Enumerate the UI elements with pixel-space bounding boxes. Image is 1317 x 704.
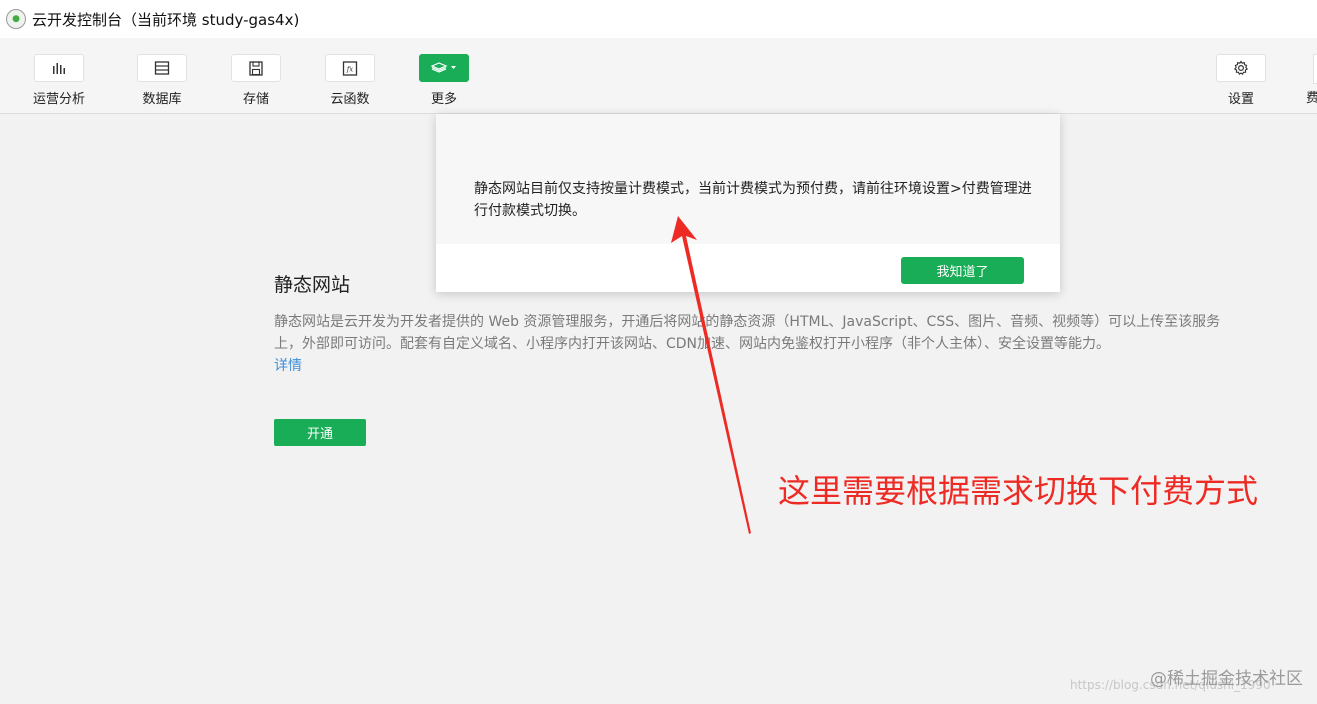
billing-mode-dialog: 静态网站目前仅支持按量计费模式，当前计费模式为预付费，请前往环境设置>付费管理进… [436, 114, 1060, 292]
window-titlebar: ● 云开发控制台（当前环境 study-gas4x) [0, 0, 1317, 38]
toolbar-item-more[interactable]: 更多 [419, 54, 469, 107]
toolbar-label: 设置 [1227, 92, 1254, 107]
watermark: @稀土掘金技术社区 [1150, 669, 1303, 689]
toolbar-item-settings[interactable]: 设置 [1216, 54, 1266, 107]
svg-text:fx: fx [346, 65, 354, 73]
toolbar: 运营分析 数据库 存储 fx 云函数 更多 设置 [0, 38, 1317, 114]
toolbar-item-database[interactable]: 数据库 [137, 54, 187, 107]
database-icon[interactable] [137, 54, 187, 82]
toolbar-item-storage[interactable]: 存储 [231, 54, 281, 107]
app-logo-icon: ● [6, 9, 26, 29]
description-text: 静态网站是云开发为开发者提供的 Web 资源管理服务，开通后将网站的静态资源（H… [274, 314, 1221, 352]
dialog-ok-button[interactable]: 我知道了 [901, 257, 1024, 284]
open-button[interactable]: 开通 [274, 419, 366, 446]
toolbar-item-cutoff-label: 费 [1306, 91, 1317, 106]
details-link[interactable]: 详情 [274, 355, 302, 375]
function-icon[interactable]: fx [325, 54, 375, 82]
toolbar-label: 运营分析 [33, 92, 86, 107]
toolbar-item-analytics[interactable]: 运营分析 [33, 54, 85, 107]
window-title: 云开发控制台（当前环境 study-gas4x) [32, 10, 300, 29]
layers-icon[interactable] [419, 54, 469, 82]
toolbar-item-cutoff-button[interactable] [1313, 54, 1317, 84]
toolbar-label: 存储 [242, 92, 269, 107]
annotation-text: 这里需要根据需求切换下付费方式 [778, 472, 1259, 510]
toolbar-item-functions[interactable]: fx 云函数 [325, 54, 375, 107]
save-icon[interactable] [231, 54, 281, 82]
bar-chart-icon[interactable] [34, 54, 84, 82]
gear-icon[interactable] [1216, 54, 1266, 82]
toolbar-label: 更多 [430, 92, 457, 107]
dialog-message: 静态网站目前仅支持按量计费模式，当前计费模式为预付费，请前往环境设置>付费管理进… [474, 181, 1032, 219]
toolbar-label: 云函数 [330, 92, 370, 107]
toolbar-label: 数据库 [142, 92, 182, 107]
